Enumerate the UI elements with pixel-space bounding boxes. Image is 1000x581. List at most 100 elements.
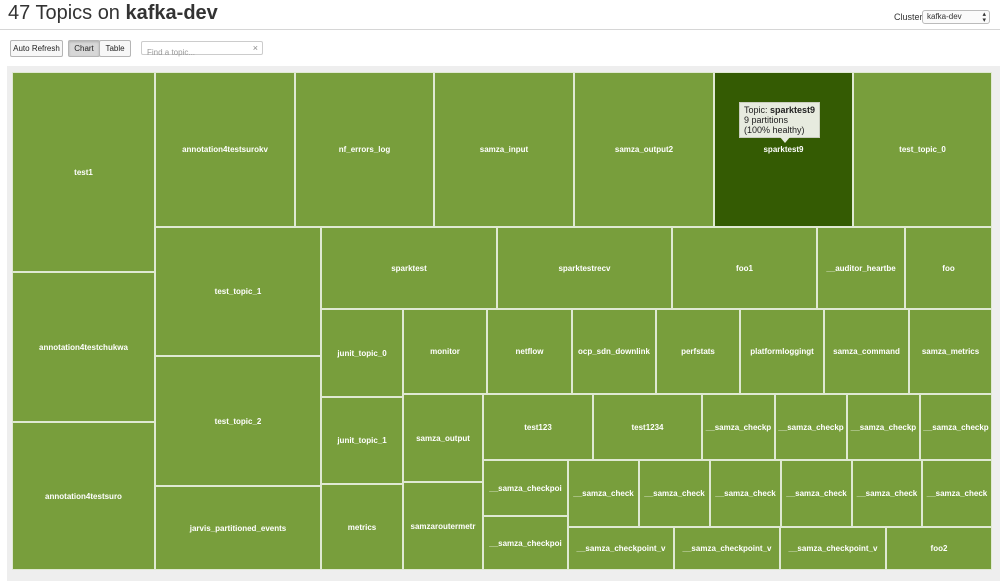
treemap-cell[interactable]: __samza_checkp — [702, 394, 775, 460]
treemap-cell[interactable]: sparktestrecv — [497, 227, 672, 309]
tooltip-health: (100% healthy) — [744, 125, 805, 135]
treemap-cell-label: __samza_check — [573, 489, 634, 498]
treemap-cell-label: test_topic_1 — [214, 287, 262, 296]
topic-tooltip: Topic: sparktest9 9 partitions (100% hea… — [739, 102, 821, 143]
treemap-cell[interactable]: __samza_check — [852, 460, 922, 527]
treemap-cell-label: __samza_check — [786, 489, 847, 498]
treemap-cell[interactable]: foo1 — [672, 227, 817, 309]
treemap-cell[interactable]: junit_topic_1 — [321, 397, 403, 484]
treemap-cell[interactable]: metrics — [321, 484, 403, 570]
treemap-cell-label: foo1 — [736, 263, 753, 273]
treemap-cell[interactable]: annotation4testchukwa — [12, 272, 155, 422]
treemap-cell[interactable]: __samza_checkpoint_v — [780, 527, 886, 570]
treemap-cell[interactable]: test_topic_0 — [853, 72, 992, 227]
treemap-cell[interactable]: platformloggingt — [740, 309, 824, 394]
chart-view-button[interactable]: Chart — [68, 40, 100, 57]
treemap-cell-label: __samza_checkpoi — [489, 483, 562, 493]
tooltip-topic-name: sparktest9 — [770, 105, 816, 115]
treemap-cell[interactable]: samza_output2 — [574, 72, 714, 227]
topic-count-text: 47 Topics on — [8, 2, 120, 24]
treemap-cell[interactable]: __samza_checkp — [775, 394, 847, 460]
treemap-cell[interactable]: test1234 — [593, 394, 702, 460]
cluster-select[interactable]: kafka-dev ▴ ▾ — [922, 10, 990, 24]
treemap-cell-label: __samza_check — [856, 489, 918, 498]
treemap-cell[interactable]: test123 — [483, 394, 593, 460]
treemap-cell-label: __samza_checkpoi — [489, 538, 562, 548]
treemap-cell-label: sparktestrecv — [558, 263, 611, 273]
treemap-cell[interactable]: nf_errors_log — [295, 72, 434, 227]
treemap-cell-label: test1234 — [631, 422, 664, 432]
treemap-cell[interactable]: samzaroutermetr — [403, 482, 483, 570]
treemap-cell-label: samza_metrics — [921, 347, 980, 356]
treemap-cell[interactable]: ocp_sdn_downlink — [572, 309, 656, 394]
page-title: 47 Topics on kafka-dev — [8, 2, 218, 25]
cluster-label: Cluster: — [894, 12, 926, 22]
treemap-cell[interactable]: __samza_checkpoi — [483, 460, 568, 516]
auto-refresh-button[interactable]: Auto Refresh — [10, 40, 63, 57]
treemap-cell[interactable]: test_topic_1 — [155, 227, 321, 356]
treemap-cell-label: sparktest9 — [763, 145, 804, 154]
treemap-cell-label: perfstats — [681, 347, 715, 356]
topic-search: × — [141, 41, 263, 59]
topic-search-input[interactable] — [142, 46, 255, 59]
treemap-cell-label: junit_topic_0 — [337, 348, 387, 358]
select-arrows-icon: ▴ ▾ — [982, 11, 986, 24]
treemap-cell-label: __samza_check — [644, 489, 705, 498]
treemap-cell-label: foo2 — [930, 544, 948, 553]
treemap-cell[interactable]: jarvis_partitioned_events — [155, 486, 321, 570]
treemap-cell-label: __samza_check — [715, 489, 776, 498]
treemap-cell[interactable]: annotation4testsurokv — [155, 72, 295, 227]
treemap-cell-label: monitor — [430, 347, 460, 356]
tooltip-topic-line: Topic: sparktest9 — [744, 105, 815, 115]
treemap-cell[interactable]: foo — [905, 227, 992, 309]
treemap-cell[interactable]: foo2 — [886, 527, 992, 570]
treemap-cell-label: foo — [942, 263, 955, 273]
cluster-selected-value: kafka-dev — [927, 12, 962, 21]
treemap-cell[interactable]: __samza_checkpoi — [483, 516, 568, 570]
treemap-cell[interactable]: sparktest9 — [714, 72, 853, 227]
treemap-cell-label: __samza_checkp — [778, 422, 844, 432]
clear-search-icon[interactable]: × — [253, 42, 258, 54]
treemap-cell[interactable]: __samza_check — [639, 460, 710, 527]
treemap-cell-label: __auditor_heartbe — [826, 263, 896, 273]
treemap-cell[interactable]: __samza_checkpoint_v — [568, 527, 674, 570]
treemap-cell[interactable]: __samza_checkp — [920, 394, 992, 460]
treemap-cell-label: test1 — [74, 167, 93, 177]
treemap-cell[interactable]: samza_command — [824, 309, 909, 394]
treemap-cell[interactable]: __samza_checkpoint_v — [674, 527, 780, 570]
treemap-cell[interactable]: samza_metrics — [909, 309, 992, 394]
treemap-cell-label: samza_output2 — [614, 145, 674, 154]
treemap-cell[interactable]: samza_input — [434, 72, 574, 227]
treemap-cell[interactable]: perfstats — [656, 309, 740, 394]
treemap-cell[interactable]: __samza_check — [922, 460, 992, 527]
treemap-cell-label: samzaroutermetr — [410, 521, 476, 531]
table-view-button[interactable]: Table — [99, 40, 131, 57]
treemap-container: test1 annotation4testchukwa annotation4tes… — [7, 66, 1000, 581]
treemap-cell-label: jarvis_partitioned_events — [189, 523, 287, 533]
treemap-cell-label: __samza_checkp — [705, 422, 772, 432]
treemap-cell[interactable]: test1 — [12, 72, 155, 272]
treemap-cell-label: test123 — [524, 422, 552, 432]
treemap-cell[interactable]: __samza_check — [568, 460, 639, 527]
treemap-cell[interactable]: test_topic_2 — [155, 356, 321, 486]
treemap-cell-label: metrics — [347, 522, 377, 532]
treemap-cell-label: annotation4testsuro — [45, 491, 122, 501]
treemap-cell-label: __samza_checkp — [850, 422, 917, 432]
treemap-cell-label: samza_output — [416, 433, 470, 443]
treemap-cell-label: test_topic_0 — [899, 145, 946, 154]
treemap-cell[interactable]: annotation4testsuro — [12, 422, 155, 570]
treemap-cell[interactable]: netflow — [487, 309, 572, 394]
treemap-cell[interactable]: __samza_checkp — [847, 394, 920, 460]
treemap-cell[interactable]: sparktest — [321, 227, 497, 309]
treemap-cell[interactable]: __samza_check — [710, 460, 781, 527]
treemap-cell[interactable]: samza_output — [403, 394, 483, 482]
cluster-name-title: kafka-dev — [125, 2, 218, 24]
treemap-cell[interactable]: __samza_check — [781, 460, 852, 527]
tooltip-prefix: Topic: — [744, 105, 768, 115]
treemap-cell[interactable]: monitor — [403, 309, 487, 394]
tooltip-arrow — [780, 137, 790, 143]
treemap-cell-label: platformloggingt — [750, 347, 814, 356]
treemap-cell-label: netflow — [515, 347, 544, 356]
treemap-cell[interactable]: __auditor_heartbe — [817, 227, 905, 309]
treemap-cell[interactable]: junit_topic_0 — [321, 309, 403, 397]
